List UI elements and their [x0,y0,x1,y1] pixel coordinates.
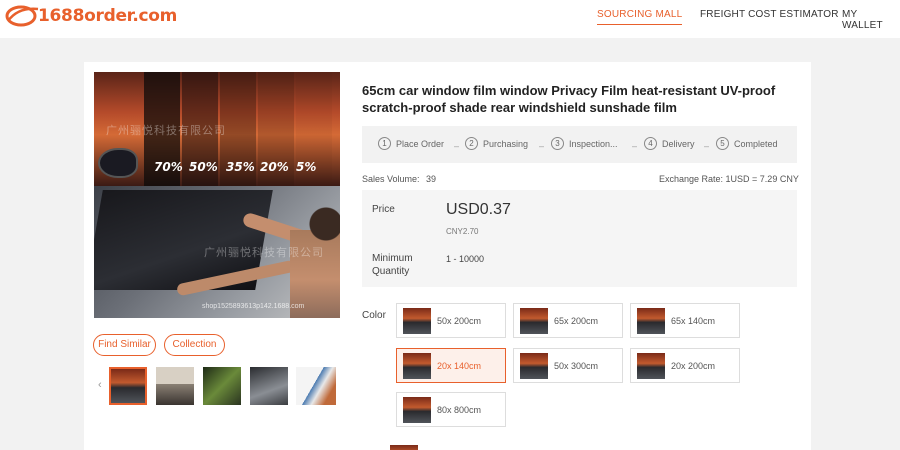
option-20x200[interactable]: 20x 200cm [630,348,740,383]
thumbnail-4[interactable] [250,367,288,405]
color-label: Color [362,310,386,321]
strip-label: 5% [296,160,317,174]
min-qty-range: 1 - 10000 [446,254,485,264]
chevron-left-icon[interactable]: ‹ [98,379,102,391]
image-watermark: 广州骊悦科技有限公司 [204,247,324,259]
option-20x140[interactable]: 20x 140cm [396,348,506,383]
partial-thumbnail [390,445,418,450]
logo-icon [5,5,39,27]
price-cny: CNY2.70 [446,227,479,236]
step-separator: – [632,141,638,151]
shop-watermark: shop1525893613p142.1688.com [202,303,305,310]
strip-label: 70% [154,160,183,174]
product-title: 65cm car window film window Privacy Film… [362,83,776,115]
logo-text: 1688order.com [38,6,178,26]
car-mirror [98,148,138,178]
option-65x140[interactable]: 65x 140cm [630,303,740,338]
top-header: 1688order.com SOURCING MALL FREIGHT COST… [0,0,900,38]
strip-label: 20% [260,160,289,174]
thumbnail-2[interactable] [156,367,194,405]
site-logo[interactable]: 1688order.com [4,3,177,29]
step-purchasing: 2 Purchasing [465,137,528,150]
option-65x200[interactable]: 65x 200cm [513,303,623,338]
price-box: Price USD0.37 CNY2.70 Minimum Quantity 1… [362,190,797,287]
strip-label: 35% [226,160,255,174]
find-similar-button[interactable]: Find Similar [93,334,156,356]
image-watermark: 广州骊悦科技有限公司 [106,125,226,137]
nav-freight-cost-estimator[interactable]: FREIGHT COST ESTIMATOR [700,9,839,20]
option-50x200[interactable]: 50x 200cm [396,303,506,338]
thumbnail-5[interactable] [296,367,336,405]
step-completed: 5 Completed [716,137,778,150]
thumbnail-1[interactable] [109,367,147,405]
step-separator: – [704,141,710,151]
option-80x800[interactable]: 80x 800cm [396,392,506,427]
min-qty-label: Quantity [372,266,410,277]
price-usd: USD0.37 [446,201,511,218]
price-label: Price [372,204,395,215]
exchange-rate: Exchange Rate: 1USD = 7.29 CNY [659,174,799,184]
nav-my-wallet[interactable]: MY WALLET [842,9,900,31]
strip-label: 50% [189,160,218,174]
step-delivery: 4 Delivery [644,137,695,150]
option-50x300[interactable]: 50x 300cm [513,348,623,383]
product-card: 70% 50% 35% 20% 5% 广州骊悦科技有限公司 广州骊悦科技有限公司… [84,62,811,450]
nav-sourcing-mall[interactable]: SOURCING MALL [597,9,683,25]
step-inspection: 3 Inspection... [551,137,618,150]
order-steps: 1 Place Order – 2 Purchasing – 3 Inspect… [362,126,797,163]
sales-volume-label: Sales Volume: [362,174,420,184]
collection-button[interactable]: Collection [164,334,225,356]
sales-volume-value: 39 [426,174,437,184]
min-qty-label: Minimum [372,253,413,264]
main-product-image[interactable]: 70% 50% 35% 20% 5% 广州骊悦科技有限公司 广州骊悦科技有限公司… [94,72,340,318]
step-separator: – [539,141,545,151]
step-separator: – [454,141,460,151]
thumbnail-3[interactable] [203,367,241,405]
step-place-order: 1 Place Order [378,137,444,150]
